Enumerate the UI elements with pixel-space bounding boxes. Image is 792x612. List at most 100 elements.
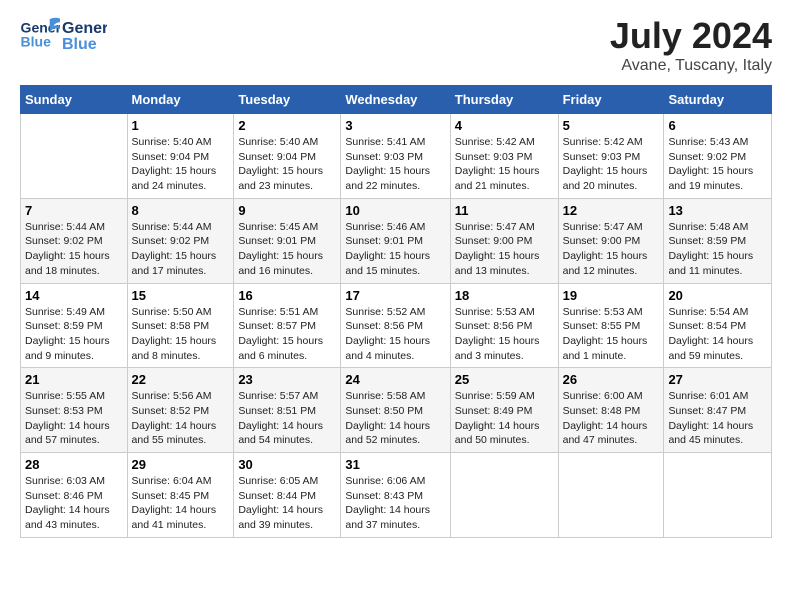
sunset-time: Sunset: 8:49 PM	[455, 405, 533, 417]
day-number: 17	[345, 288, 445, 303]
table-row: 12 Sunrise: 5:47 AM Sunset: 9:00 PM Dayl…	[558, 198, 664, 283]
sunset-time: Sunset: 8:51 PM	[238, 405, 316, 417]
calendar-week-row: 7 Sunrise: 5:44 AM Sunset: 9:02 PM Dayli…	[21, 198, 772, 283]
day-number: 7	[25, 203, 123, 218]
sunset-time: Sunset: 9:04 PM	[238, 151, 316, 163]
table-row: 16 Sunrise: 5:51 AM Sunset: 8:57 PM Dayl…	[234, 283, 341, 368]
day-info: Sunrise: 5:53 AM Sunset: 8:56 PM Dayligh…	[455, 305, 554, 364]
daylight-hours: Daylight: 14 hours and 55 minutes.	[132, 420, 217, 447]
sunset-time: Sunset: 8:59 PM	[25, 320, 103, 332]
day-info: Sunrise: 5:51 AM Sunset: 8:57 PM Dayligh…	[238, 305, 336, 364]
day-info: Sunrise: 6:04 AM Sunset: 8:45 PM Dayligh…	[132, 474, 230, 533]
day-number: 25	[455, 372, 554, 387]
header-monday: Monday	[127, 86, 234, 114]
day-info: Sunrise: 5:47 AM Sunset: 9:00 PM Dayligh…	[563, 220, 660, 279]
day-info: Sunrise: 5:40 AM Sunset: 9:04 PM Dayligh…	[238, 135, 336, 194]
sunset-time: Sunset: 8:52 PM	[132, 405, 210, 417]
table-row: 25 Sunrise: 5:59 AM Sunset: 8:49 PM Dayl…	[450, 368, 558, 453]
day-number: 16	[238, 288, 336, 303]
day-info: Sunrise: 5:48 AM Sunset: 8:59 PM Dayligh…	[668, 220, 767, 279]
sunrise-time: Sunrise: 5:55 AM	[25, 390, 105, 402]
table-row: 9 Sunrise: 5:45 AM Sunset: 9:01 PM Dayli…	[234, 198, 341, 283]
header-sunday: Sunday	[21, 86, 128, 114]
sunrise-time: Sunrise: 5:58 AM	[345, 390, 425, 402]
table-row	[21, 114, 128, 199]
table-row: 14 Sunrise: 5:49 AM Sunset: 8:59 PM Dayl…	[21, 283, 128, 368]
daylight-hours: Daylight: 14 hours and 50 minutes.	[455, 420, 540, 447]
sunset-time: Sunset: 9:00 PM	[455, 235, 533, 247]
sunrise-time: Sunrise: 5:42 AM	[563, 136, 643, 148]
table-row: 24 Sunrise: 5:58 AM Sunset: 8:50 PM Dayl…	[341, 368, 450, 453]
day-number: 29	[132, 457, 230, 472]
logo-bird-icon: General Blue	[62, 15, 107, 53]
table-row: 27 Sunrise: 6:01 AM Sunset: 8:47 PM Dayl…	[664, 368, 772, 453]
day-info: Sunrise: 5:49 AM Sunset: 8:59 PM Dayligh…	[25, 305, 123, 364]
table-row: 18 Sunrise: 5:53 AM Sunset: 8:56 PM Dayl…	[450, 283, 558, 368]
table-row: 15 Sunrise: 5:50 AM Sunset: 8:58 PM Dayl…	[127, 283, 234, 368]
calendar-week-row: 28 Sunrise: 6:03 AM Sunset: 8:46 PM Dayl…	[21, 453, 772, 538]
sunrise-time: Sunrise: 5:59 AM	[455, 390, 535, 402]
sunrise-time: Sunrise: 5:40 AM	[132, 136, 212, 148]
sunrise-time: Sunrise: 5:41 AM	[345, 136, 425, 148]
daylight-hours: Daylight: 15 hours and 21 minutes.	[455, 165, 540, 192]
header-wednesday: Wednesday	[341, 86, 450, 114]
header-thursday: Thursday	[450, 86, 558, 114]
day-number: 10	[345, 203, 445, 218]
day-info: Sunrise: 6:03 AM Sunset: 8:46 PM Dayligh…	[25, 474, 123, 533]
day-number: 8	[132, 203, 230, 218]
day-info: Sunrise: 5:52 AM Sunset: 8:56 PM Dayligh…	[345, 305, 445, 364]
title-block: July 2024 Avane, Tuscany, Italy	[610, 15, 772, 75]
daylight-hours: Daylight: 15 hours and 24 minutes.	[132, 165, 217, 192]
day-info: Sunrise: 5:58 AM Sunset: 8:50 PM Dayligh…	[345, 389, 445, 448]
daylight-hours: Daylight: 14 hours and 39 minutes.	[238, 504, 323, 531]
table-row: 7 Sunrise: 5:44 AM Sunset: 9:02 PM Dayli…	[21, 198, 128, 283]
table-row: 13 Sunrise: 5:48 AM Sunset: 8:59 PM Dayl…	[664, 198, 772, 283]
day-number: 15	[132, 288, 230, 303]
sunset-time: Sunset: 9:03 PM	[345, 151, 423, 163]
day-info: Sunrise: 5:41 AM Sunset: 9:03 PM Dayligh…	[345, 135, 445, 194]
month-title: July 2024	[610, 15, 772, 57]
daylight-hours: Daylight: 14 hours and 57 minutes.	[25, 420, 110, 447]
header-saturday: Saturday	[664, 86, 772, 114]
day-number: 22	[132, 372, 230, 387]
sunset-time: Sunset: 8:54 PM	[668, 320, 746, 332]
day-number: 2	[238, 118, 336, 133]
sunrise-time: Sunrise: 5:53 AM	[455, 306, 535, 318]
sunset-time: Sunset: 8:47 PM	[668, 405, 746, 417]
sunset-time: Sunset: 8:57 PM	[238, 320, 316, 332]
table-row: 17 Sunrise: 5:52 AM Sunset: 8:56 PM Dayl…	[341, 283, 450, 368]
daylight-hours: Daylight: 14 hours and 41 minutes.	[132, 504, 217, 531]
day-info: Sunrise: 5:50 AM Sunset: 8:58 PM Dayligh…	[132, 305, 230, 364]
day-info: Sunrise: 5:47 AM Sunset: 9:00 PM Dayligh…	[455, 220, 554, 279]
day-info: Sunrise: 5:54 AM Sunset: 8:54 PM Dayligh…	[668, 305, 767, 364]
day-number: 21	[25, 372, 123, 387]
day-number: 31	[345, 457, 445, 472]
sunset-time: Sunset: 8:59 PM	[668, 235, 746, 247]
sunset-time: Sunset: 8:45 PM	[132, 490, 210, 502]
day-info: Sunrise: 5:40 AM Sunset: 9:04 PM Dayligh…	[132, 135, 230, 194]
table-row: 10 Sunrise: 5:46 AM Sunset: 9:01 PM Dayl…	[341, 198, 450, 283]
day-number: 3	[345, 118, 445, 133]
day-info: Sunrise: 5:53 AM Sunset: 8:55 PM Dayligh…	[563, 305, 660, 364]
sunset-time: Sunset: 8:44 PM	[238, 490, 316, 502]
daylight-hours: Daylight: 15 hours and 19 minutes.	[668, 165, 753, 192]
daylight-hours: Daylight: 15 hours and 4 minutes.	[345, 335, 430, 362]
calendar-week-row: 1 Sunrise: 5:40 AM Sunset: 9:04 PM Dayli…	[21, 114, 772, 199]
day-number: 26	[563, 372, 660, 387]
svg-text:Blue: Blue	[62, 36, 97, 53]
table-row	[664, 453, 772, 538]
sunset-time: Sunset: 8:56 PM	[455, 320, 533, 332]
sunrise-time: Sunrise: 6:06 AM	[345, 475, 425, 487]
calendar-body: 1 Sunrise: 5:40 AM Sunset: 9:04 PM Dayli…	[21, 114, 772, 538]
table-row: 26 Sunrise: 6:00 AM Sunset: 8:48 PM Dayl…	[558, 368, 664, 453]
table-row: 11 Sunrise: 5:47 AM Sunset: 9:00 PM Dayl…	[450, 198, 558, 283]
svg-text:General: General	[62, 20, 107, 37]
daylight-hours: Daylight: 14 hours and 54 minutes.	[238, 420, 323, 447]
sunrise-time: Sunrise: 5:54 AM	[668, 306, 748, 318]
sunrise-time: Sunrise: 6:03 AM	[25, 475, 105, 487]
table-row	[450, 453, 558, 538]
daylight-hours: Daylight: 14 hours and 37 minutes.	[345, 504, 430, 531]
daylight-hours: Daylight: 14 hours and 43 minutes.	[25, 504, 110, 531]
sunset-time: Sunset: 9:03 PM	[455, 151, 533, 163]
daylight-hours: Daylight: 15 hours and 23 minutes.	[238, 165, 323, 192]
